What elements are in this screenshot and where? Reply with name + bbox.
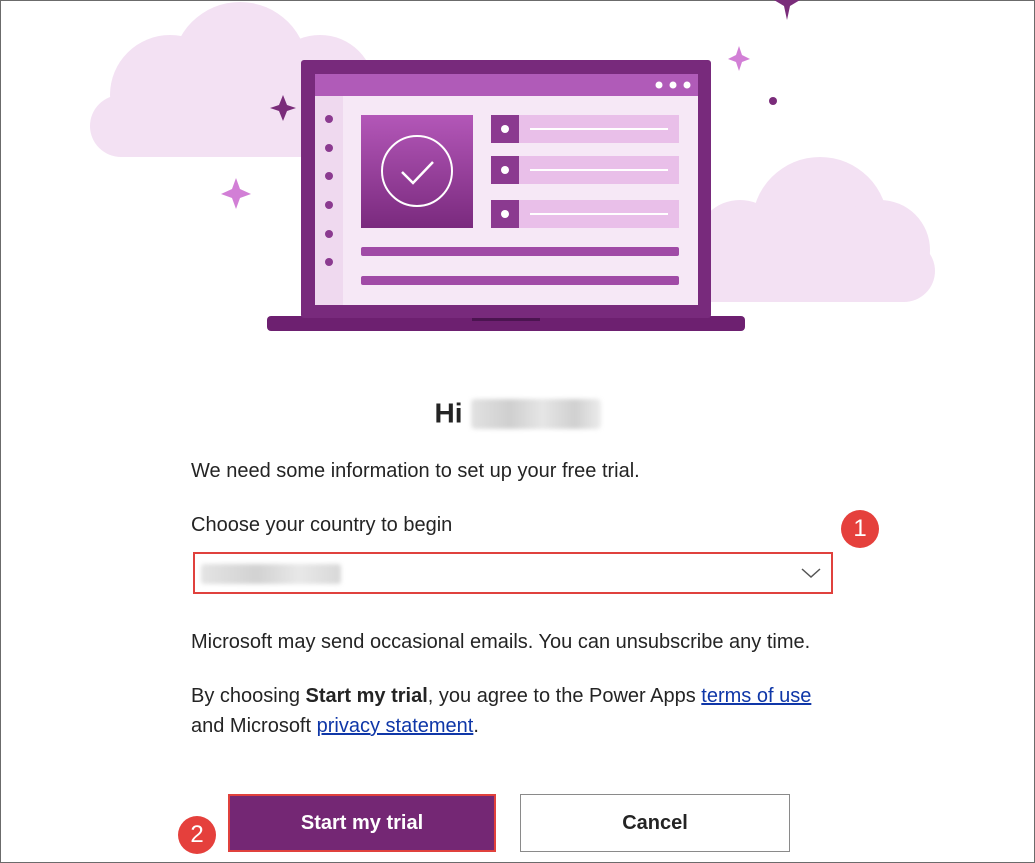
sparkle-icon [769,0,800,105]
terms-link[interactable]: terms of use [701,685,811,707]
consent-bold: Start my trial [305,685,428,707]
user-name-redacted [470,398,601,429]
trial-illustration [90,0,935,331]
country-value-redacted [201,564,341,584]
cancel-button[interactable]: Cancel [520,794,790,852]
country-label: Choose your country to begin [191,514,453,536]
consent-part: By choosing [191,685,306,707]
greeting-prefix: Hi [434,397,463,429]
consent-part: , you agree to the Power Apps [427,685,702,707]
start-trial-button[interactable]: Start my trial [228,794,496,852]
chevron-down-icon [801,568,821,579]
greeting-heading: Hi [0,396,1035,430]
consent-part: . [473,715,479,737]
privacy-link[interactable]: privacy statement [317,715,474,737]
consent-text: By choosing Start my trial, you agree to… [191,681,831,741]
intro-text: We need some information to set up your … [191,460,640,482]
step-marker-2: 2 [178,816,216,854]
country-select[interactable] [193,552,833,594]
emails-notice: Microsoft may send occasional emails. Yo… [191,631,811,653]
step-marker-1: 1 [841,510,879,548]
consent-part: and Microsoft [191,715,317,737]
